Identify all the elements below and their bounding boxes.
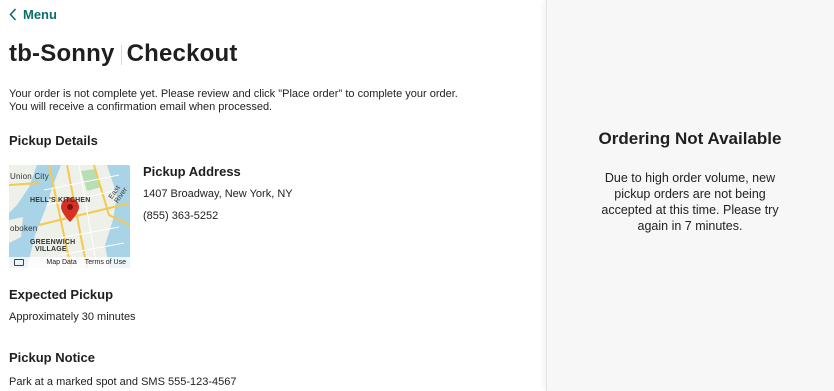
back-to-menu-link[interactable]: Menu xyxy=(9,7,57,22)
store-name: tb-Sonny xyxy=(9,40,115,67)
map-label-union-city: Union City xyxy=(10,172,49,181)
pickup-details-heading: Pickup Details xyxy=(9,133,98,148)
page-title: tb-Sonny Checkout xyxy=(9,40,238,68)
map-label-village: VILLAGE xyxy=(35,246,67,253)
pickup-map[interactable]: Union City HELL'S KITCHEN oboken GREENWI… xyxy=(9,165,130,268)
pickup-address-heading: Pickup Address xyxy=(143,164,241,179)
title-divider xyxy=(120,44,122,65)
terms-of-use-link[interactable]: Terms of Use xyxy=(85,259,126,266)
instructions-line-2: You will receive a confirmation email wh… xyxy=(9,101,273,113)
ordering-unavailable-message: Due to high order volume, new pickup ord… xyxy=(601,171,779,233)
keyboard-icon[interactable] xyxy=(14,259,24,266)
ordering-unavailable-title: Ordering Not Available xyxy=(598,129,782,148)
map-footer: Map Data Terms of Use xyxy=(9,257,130,268)
pickup-notice-heading: Pickup Notice xyxy=(9,350,95,365)
map-label-hoboken: oboken xyxy=(10,224,38,233)
menu-link-label: Menu xyxy=(23,7,57,22)
chevron-left-icon xyxy=(9,8,17,21)
checkout-panel: Menu tb-Sonny Checkout Your order is not … xyxy=(0,0,546,391)
expected-pickup-value: Approximately 30 minutes xyxy=(9,311,136,323)
map-label-hells-kitchen: HELL'S KITCHEN xyxy=(30,197,91,204)
checkout-heading: Checkout xyxy=(126,40,238,67)
pickup-phone: (855) 363-5252 xyxy=(143,210,219,222)
map-label-greenwich: GREENWICH xyxy=(30,239,76,246)
pickup-address: 1407 Broadway, New York, NY xyxy=(143,188,293,200)
pickup-notice-value: Park at a marked spot and SMS 555-123-45… xyxy=(9,376,237,388)
map-data-link[interactable]: Map Data xyxy=(46,259,76,266)
order-instructions: Your order is not complete yet. Please r… xyxy=(9,88,529,114)
expected-pickup-heading: Expected Pickup xyxy=(9,287,114,302)
instructions-line-1: Your order is not complete yet. Please r… xyxy=(9,88,458,100)
